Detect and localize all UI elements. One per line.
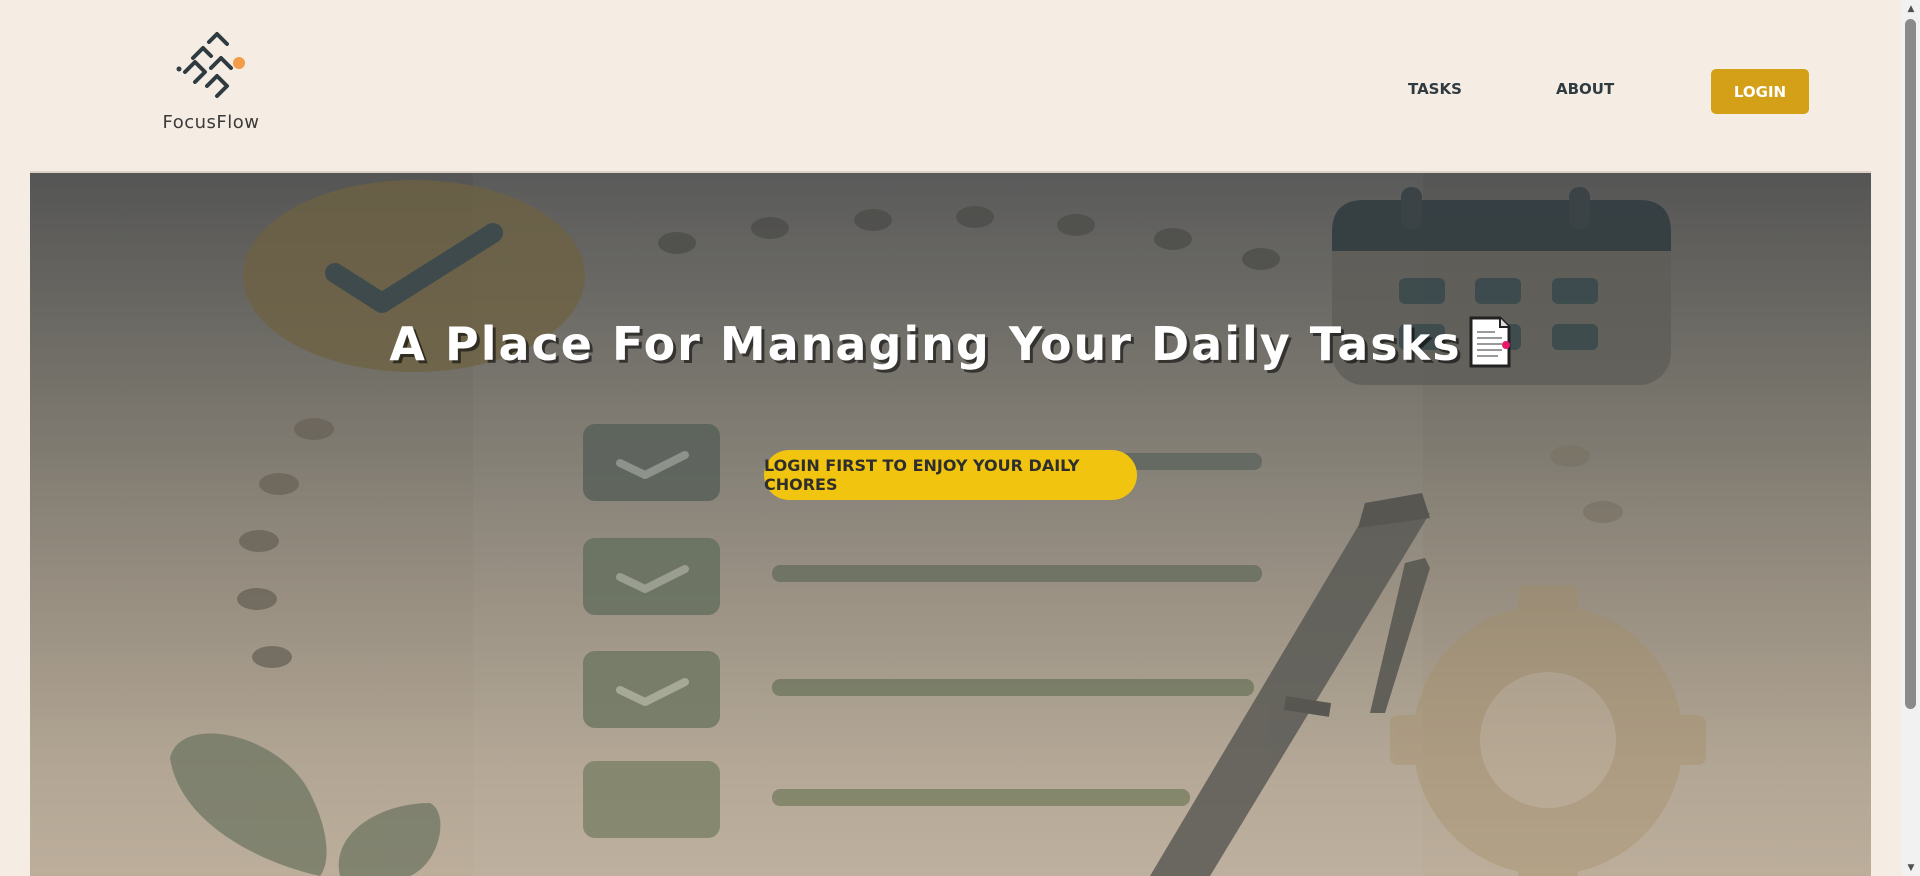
document-icon: [1468, 316, 1512, 379]
hero-background-illustration: [170, 180, 1706, 876]
logo[interactable]: FocusFlow: [123, 28, 299, 146]
nav-tasks-link[interactable]: TASKS: [1408, 80, 1462, 98]
hero-title: A Place For Managing Your Daily Tasks: [30, 316, 1871, 379]
login-prompt-button[interactable]: LOGIN FIRST TO ENJOY YOUR DAILY CHORES: [764, 450, 1137, 500]
vertical-scrollbar[interactable]: ▲ ▼: [1902, 0, 1920, 876]
scroll-down-arrow-icon[interactable]: ▼: [1902, 859, 1920, 876]
brand-name: FocusFlow: [162, 112, 260, 133]
hero-banner: A Place For Managing Your Daily Tasks LO…: [30, 173, 1871, 876]
login-button[interactable]: LOGIN: [1711, 69, 1809, 114]
focusflow-logo-icon: [176, 32, 245, 98]
hero-title-text: A Place For Managing Your Daily Tasks: [389, 317, 1462, 371]
scroll-up-arrow-icon[interactable]: ▲: [1902, 0, 1920, 17]
header: FocusFlow TASKS ABOUT LOGIN: [30, 0, 1871, 173]
page: FocusFlow TASKS ABOUT LOGIN A Place For …: [0, 0, 1920, 876]
nav-about-link[interactable]: ABOUT: [1556, 80, 1614, 98]
scrollbar-thumb[interactable]: [1905, 19, 1916, 709]
